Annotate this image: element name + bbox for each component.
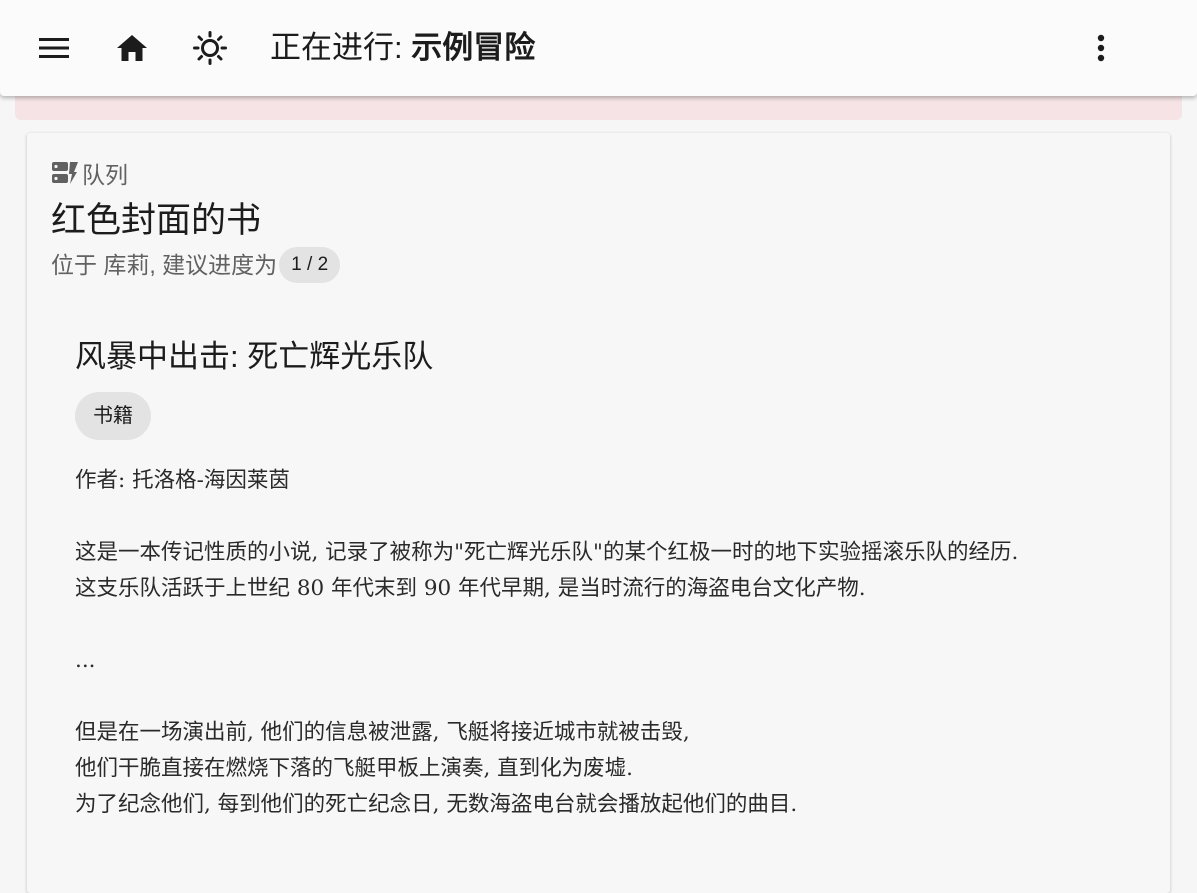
menu-icon[interactable]: [30, 24, 78, 72]
description-line: ...: [75, 648, 96, 673]
description-line: [75, 607, 1018, 643]
progress-chip: 1 / 2: [279, 247, 341, 283]
app-bar: 正在进行: 示例冒险: [0, 0, 1197, 96]
menu-icon-glyph: [39, 38, 69, 58]
brightness-icon[interactable]: [186, 24, 234, 72]
card-overline: 队列: [52, 159, 128, 188]
more-vert-icon[interactable]: [1077, 24, 1125, 72]
overline-label: 队列: [82, 162, 128, 188]
description-line: [75, 679, 1018, 715]
home-icon[interactable]: [108, 24, 156, 72]
description-line: 但是在一场演出前, 他们的信息被泄露, 飞艇将接近城市就被击毁,: [75, 720, 690, 745]
tag-chip[interactable]: 书籍: [75, 392, 151, 440]
description-line: 为了纪念他们, 每到他们的死亡纪念日, 无数海盗电台就会播放起他们的曲目.: [75, 792, 798, 817]
adventure-name: 示例冒险: [411, 30, 536, 65]
page-title: 正在进行: 示例冒险: [270, 28, 535, 68]
card-title: 红色封面的书: [51, 201, 262, 240]
description-line: 这是一本传记性质的小说, 记录了被称为"死亡辉光乐队"的某个红极一时的地下实验摇…: [75, 540, 1019, 565]
location-text: 位于 库莉, 建议进度为: [51, 252, 278, 278]
description-line: 他们干脆直接在燃烧下落的飞艇甲板上演奏, 直到化为废墟.: [75, 756, 634, 781]
card-subtitle: 位于 库莉, 建议进度为 1 / 2: [51, 246, 341, 284]
description-line: 作者: 托洛格-海因莱茵: [75, 468, 290, 493]
home-icon-glyph: [117, 35, 147, 61]
item-title: 风暴中出击: 死亡辉光乐队: [75, 339, 434, 374]
queue-card: 队列 红色封面的书 位于 库莉, 建议进度为 1 / 2 风暴中出击: 死亡辉光…: [27, 133, 1170, 893]
brightness-icon-glyph: [193, 31, 227, 65]
description-line: 这支乐队活跃于上世纪 80 年代末到 90 年代早期, 是当时流行的海盗电台文化…: [75, 576, 866, 601]
title-prefix: 正在进行:: [270, 30, 412, 65]
more-vert-icon-glyph: [1097, 34, 1105, 62]
item-description: 作者: 托洛格-海因莱茵 这是一本传记性质的小说, 记录了被称为"死亡辉光乐队"…: [75, 463, 1018, 823]
description-line: [75, 499, 1018, 535]
queue-icon: [52, 162, 82, 184]
